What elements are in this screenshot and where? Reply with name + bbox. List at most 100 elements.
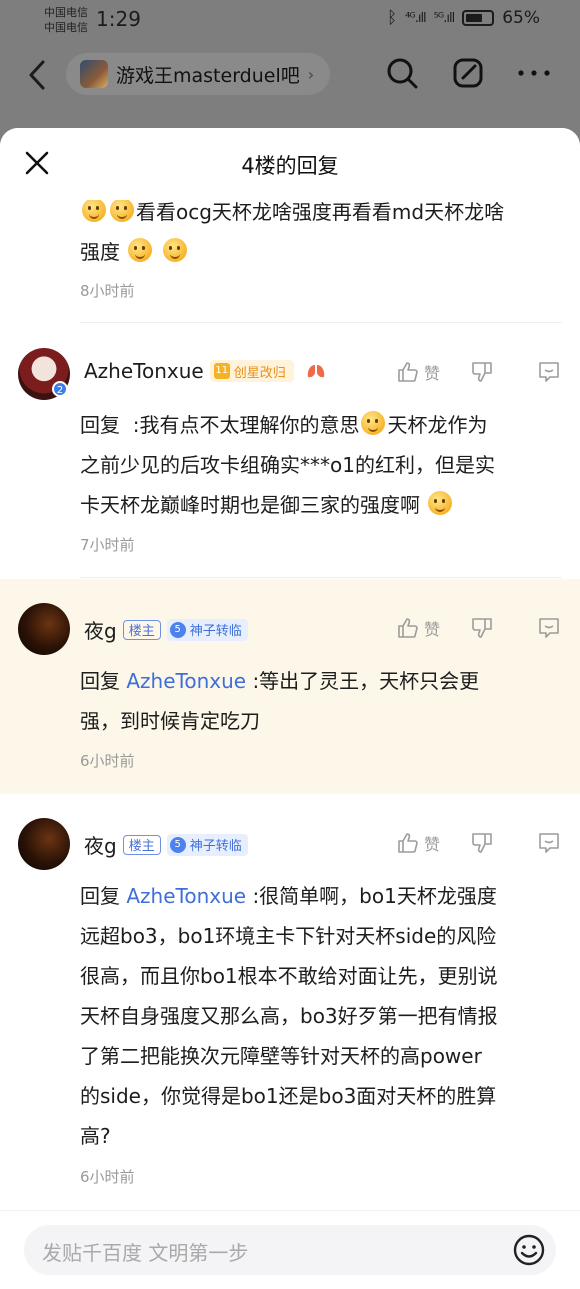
level-number: 5: [169, 836, 186, 853]
username[interactable]: AzheTonxue: [84, 359, 204, 383]
status-bar: 中国电信 中国电信 1:29 ᛒ ⁴ᴳ.ıll ⁵ᴳ.ıll 65%: [0, 0, 580, 40]
more-icon[interactable]: [516, 55, 552, 91]
reply-input[interactable]: 发贴千百度 文明第一步: [24, 1225, 556, 1275]
emoji-icon: [128, 238, 153, 262]
level-badge: 5 神子转临: [166, 833, 248, 856]
comment-text: 回复 :我有点不太理解你的意思 天杯龙作为 之前少见的后攻卡组确实***o1的红利…: [80, 405, 555, 525]
comment-icon: [539, 618, 559, 638]
emoji-icon: [162, 238, 187, 262]
thumb-down-icon: [472, 362, 492, 382]
nav-bar: 游戏王masterduel吧 ›: [0, 45, 580, 105]
comment-line: 天杯龙作为: [387, 413, 488, 437]
reply-list: 看看ocg天杯龙啥强度再看看md天杯龙啥 强度 8小时前 2 AzheTonxu…: [0, 200, 580, 1210]
battery-percent: 65%: [502, 8, 540, 28]
divider: [80, 577, 562, 578]
username-row: 夜g 楼主 5 神子转临: [84, 830, 248, 859]
battery-icon: [462, 10, 495, 26]
avatar[interactable]: [18, 818, 70, 870]
comment-actions: 赞: [396, 615, 566, 641]
avatar[interactable]: [18, 603, 70, 655]
level-badge: 11 创星改归: [209, 360, 294, 382]
reply-sheet: 4楼的回复 看看ocg天杯龙啥强度再看看md天杯龙啥 强度 8小时前 2 Azh…: [0, 128, 580, 1289]
status-icons: ᛒ ⁴ᴳ.ıll ⁵ᴳ.ıll 65%: [387, 8, 540, 28]
thumb-down-icon: [472, 618, 492, 638]
reply-input-placeholder: 发贴千百度 文明第一步: [42, 1241, 249, 1265]
comment-line: :很简单啊，bo1天杯龙强度: [252, 884, 497, 908]
emoji-picker-icon[interactable]: [512, 1233, 546, 1267]
comment-line: 了第二把能换次元障壁等针对天杯的高power: [80, 1044, 482, 1068]
comment-line: 的side，你觉得是bo1还是bo3面对天杯的胜算: [80, 1084, 497, 1108]
carrier-labels: 中国电信 中国电信: [44, 5, 88, 35]
reply-text: 看看ocg天杯龙啥强度再看看md天杯龙啥 强度: [80, 200, 555, 272]
host-badge: 楼主: [122, 619, 161, 640]
emoji-icon: [110, 200, 134, 222]
reply-prefix: 回复: [80, 669, 120, 693]
comment-line: 强，到时候肯定吃刀: [80, 709, 260, 733]
like-label: 赞: [424, 835, 441, 854]
forum-avatar: [80, 60, 108, 88]
comment-actions: 赞: [396, 359, 566, 385]
reply-button[interactable]: [536, 359, 566, 385]
comment-icon: [539, 833, 559, 853]
dislike-button[interactable]: [470, 616, 536, 640]
nav-actions: [384, 55, 552, 91]
host-badge: 楼主: [122, 834, 161, 855]
clock: 1:29: [96, 7, 141, 31]
comment-line: 很高，而且你bo1根本不敢给对面让先，更别说: [80, 964, 498, 988]
level-title: 神子转临: [189, 624, 242, 639]
smile-emoji-icon: [361, 411, 386, 435]
sheet-title: 4楼的回复: [241, 154, 339, 178]
comment-line: :等出了灵王，天杯只会更: [252, 669, 480, 693]
level-badge: 5 神子转临: [166, 618, 248, 641]
reply-line: 看看ocg天杯龙啥强度再看看md天杯龙啥: [136, 200, 505, 224]
username-row: AzheTonxue 11 创星改归: [84, 359, 326, 383]
reply-prefix: 回复: [80, 884, 120, 908]
back-icon[interactable]: [22, 57, 52, 93]
dislike-button[interactable]: [470, 360, 536, 384]
level-title: 神子转临: [189, 839, 242, 854]
lungs-icon: [307, 365, 324, 378]
mention-link[interactable]: AzheTonxue: [126, 669, 246, 693]
reply-line: 强度: [80, 240, 120, 264]
like-label: 赞: [424, 620, 441, 639]
reply-input-bar: 发贴千百度 文明第一步: [0, 1210, 580, 1289]
comment-text: 回复 AzheTonxue :等出了灵王，天杯只会更 强，到时候肯定吃刀: [80, 661, 555, 741]
comment-line: 天杯自身强度又那么高，bo3好歹第一把有情报: [80, 1004, 498, 1028]
like-button[interactable]: 赞: [396, 360, 466, 384]
smile-emoji-icon: [428, 491, 453, 515]
forum-name: 游戏王masterduel吧: [116, 64, 300, 87]
forum-pill[interactable]: 游戏王masterduel吧 ›: [66, 53, 331, 95]
comment-line: :我有点不太理解你的意思: [132, 413, 360, 437]
like-label: 赞: [424, 364, 441, 383]
comment-line: 卡天杯龙巅峰时期也是御三家的强度啊: [80, 493, 420, 517]
reply-prefix: 回复: [80, 413, 120, 437]
username-row: 夜g 楼主 5 神子转临: [84, 615, 248, 644]
comment-item: 2 AzheTonxue 11 创星改归 赞 回复:我有点不太理解你的意思 天…: [0, 323, 580, 578]
dislike-button[interactable]: [470, 831, 536, 855]
chevron-right-icon: ›: [307, 64, 315, 84]
reply-time: 8小时前: [80, 282, 135, 300]
comment-time: 6小时前: [80, 1168, 135, 1186]
like-button[interactable]: 赞: [396, 616, 466, 640]
signal-5g-icon: ⁵ᴳ.ıll: [433, 10, 456, 26]
reply-button[interactable]: [536, 830, 566, 856]
comment-actions: 赞: [396, 830, 566, 856]
reply-button[interactable]: [536, 615, 566, 641]
comment-line: 高?: [80, 1124, 111, 1148]
comment-item-highlighted: 夜g 楼主 5 神子转临 赞 回复 AzheTonxue:等出了灵王，天杯只会…: [0, 579, 580, 794]
search-icon[interactable]: [384, 55, 420, 91]
comment-item: 夜g 楼主 5 神子转临 赞 回复 AzheTonxue:很简单啊，bo1天杯…: [0, 794, 580, 1210]
username[interactable]: 夜g: [84, 615, 117, 644]
thumb-up-icon: [398, 833, 418, 853]
mention-link[interactable]: AzheTonxue: [126, 884, 246, 908]
comment-time: 6小时前: [80, 752, 135, 770]
username[interactable]: 夜g: [84, 830, 117, 859]
signal-4g-icon: ⁴ᴳ.ıll: [405, 10, 427, 26]
bluetooth-icon: ᛒ: [386, 8, 398, 28]
sheet-header: 4楼的回复: [0, 128, 580, 200]
edit-icon[interactable]: [450, 55, 486, 91]
like-button[interactable]: 赞: [396, 831, 466, 855]
thumb-up-icon: [398, 618, 418, 638]
comment-line: 远超bo3，bo1环境主卡下针对天杯side的风险: [80, 924, 497, 948]
comment-time: 7小时前: [80, 536, 135, 554]
